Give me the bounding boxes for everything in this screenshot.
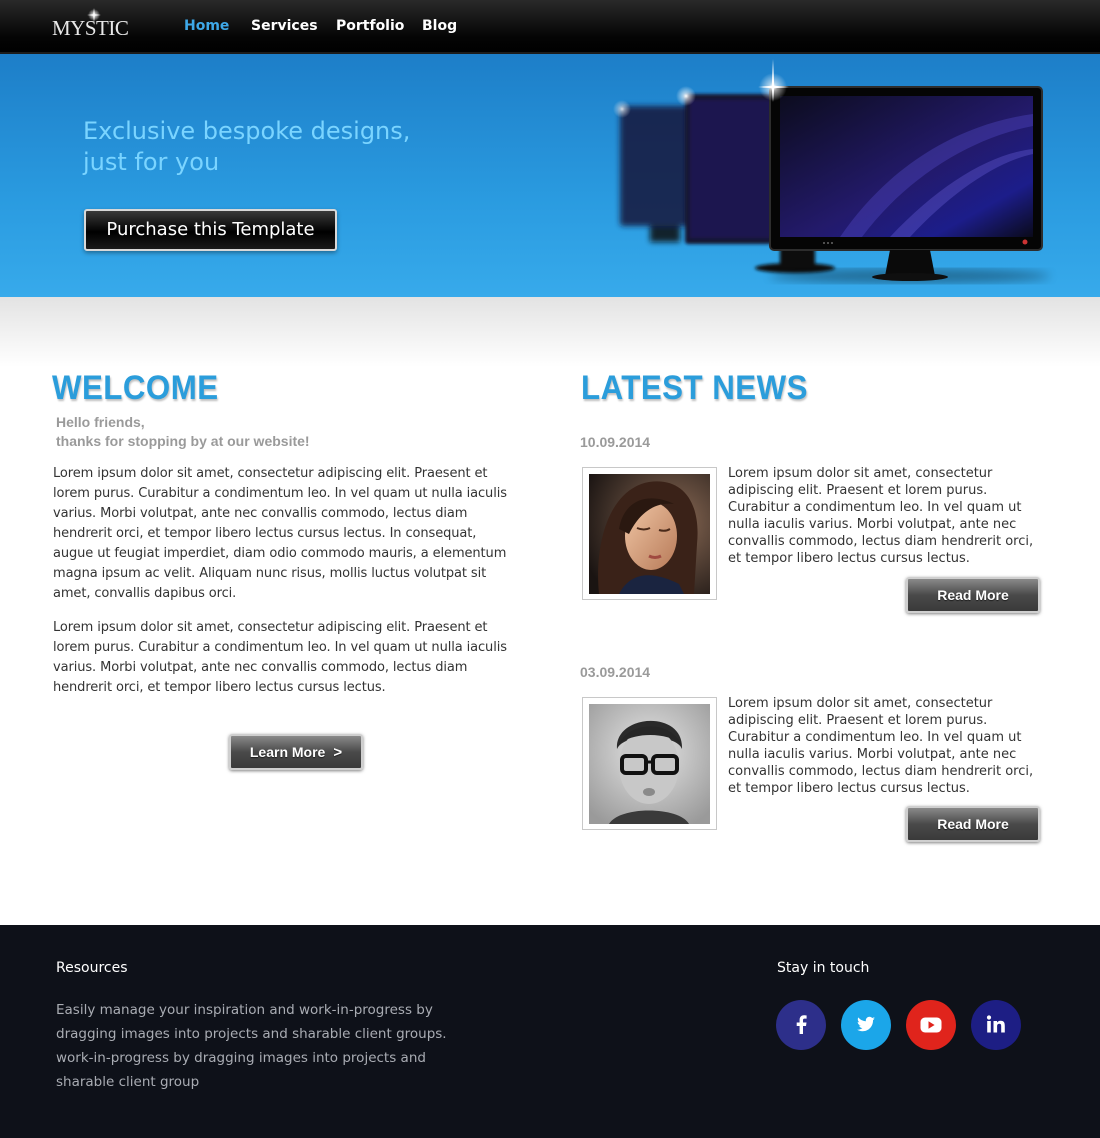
news-thumbnail-frame[interactable] [582, 697, 717, 830]
greeting-line2: thanks for stopping by at our website! [56, 433, 310, 449]
twitter-icon [856, 1016, 875, 1032]
nav-services[interactable]: Services [251, 18, 318, 34]
stay-in-touch-title: Stay in touch [777, 960, 870, 976]
news-thumbnail-frame[interactable] [582, 467, 717, 600]
learn-more-label: Learn More [249, 744, 326, 760]
nav-home[interactable]: Home [184, 18, 229, 34]
resources-text: Easily manage your inspiration and work-… [56, 1002, 447, 1090]
learn-more-button[interactable]: Learn More > [229, 734, 363, 770]
footer: Resources Easily manage your inspiration… [0, 925, 1100, 1138]
news-excerpt: Lorem ipsum dolor sit amet, consectetur … [728, 696, 1034, 796]
welcome-paragraph-1: Lorem ipsum dolor sit amet, consectetur … [53, 466, 507, 601]
youtube-button[interactable] [906, 1000, 956, 1050]
news-date: 03.09.2014 [580, 664, 651, 680]
hero-title-line2: just for you [83, 148, 220, 176]
resources-title: Resources [56, 960, 128, 976]
monitors-illustration [613, 59, 1050, 283]
twitter-button[interactable] [841, 1000, 891, 1050]
welcome-heading: WELCOME [52, 369, 219, 407]
chevron-right-icon: > [333, 744, 343, 761]
facebook-button[interactable] [776, 1000, 826, 1050]
nav-blog[interactable]: Blog [422, 18, 457, 34]
welcome-paragraph-2: Lorem ipsum dolor sit amet, consectetur … [53, 620, 507, 695]
man-portrait-image [589, 704, 710, 824]
linkedin-icon [986, 1015, 1005, 1033]
hero-title-line1: Exclusive bespoke designs, [83, 117, 411, 145]
welcome-greeting: Hello friends, thanks for stopping by at… [56, 413, 310, 451]
mystic-logo[interactable]: MYSTIC [50, 8, 134, 44]
latest-news-heading: LATEST NEWS [581, 369, 808, 407]
hero-shadow [0, 297, 1100, 367]
news-excerpt: Lorem ipsum dolor sit amet, consectetur … [728, 466, 1034, 566]
read-more-button[interactable]: Read More [906, 806, 1040, 842]
hero-banner: Exclusive bespoke designs, just for you … [0, 54, 1100, 297]
facebook-icon [796, 1015, 807, 1034]
woman-portrait-image [589, 474, 710, 594]
youtube-icon [920, 1017, 942, 1033]
purchase-template-button[interactable]: Purchase this Template [84, 209, 337, 251]
hero-title: Exclusive bespoke designs, just for you [83, 116, 503, 178]
news-date: 10.09.2014 [580, 434, 651, 450]
top-navbar: MYSTIC Home Services Portfolio Blog [0, 0, 1100, 54]
linkedin-button[interactable] [971, 1000, 1021, 1050]
greeting-line1: Hello friends, [56, 414, 145, 430]
read-more-button[interactable]: Read More [906, 577, 1040, 613]
nav-portfolio[interactable]: Portfolio [336, 18, 404, 34]
